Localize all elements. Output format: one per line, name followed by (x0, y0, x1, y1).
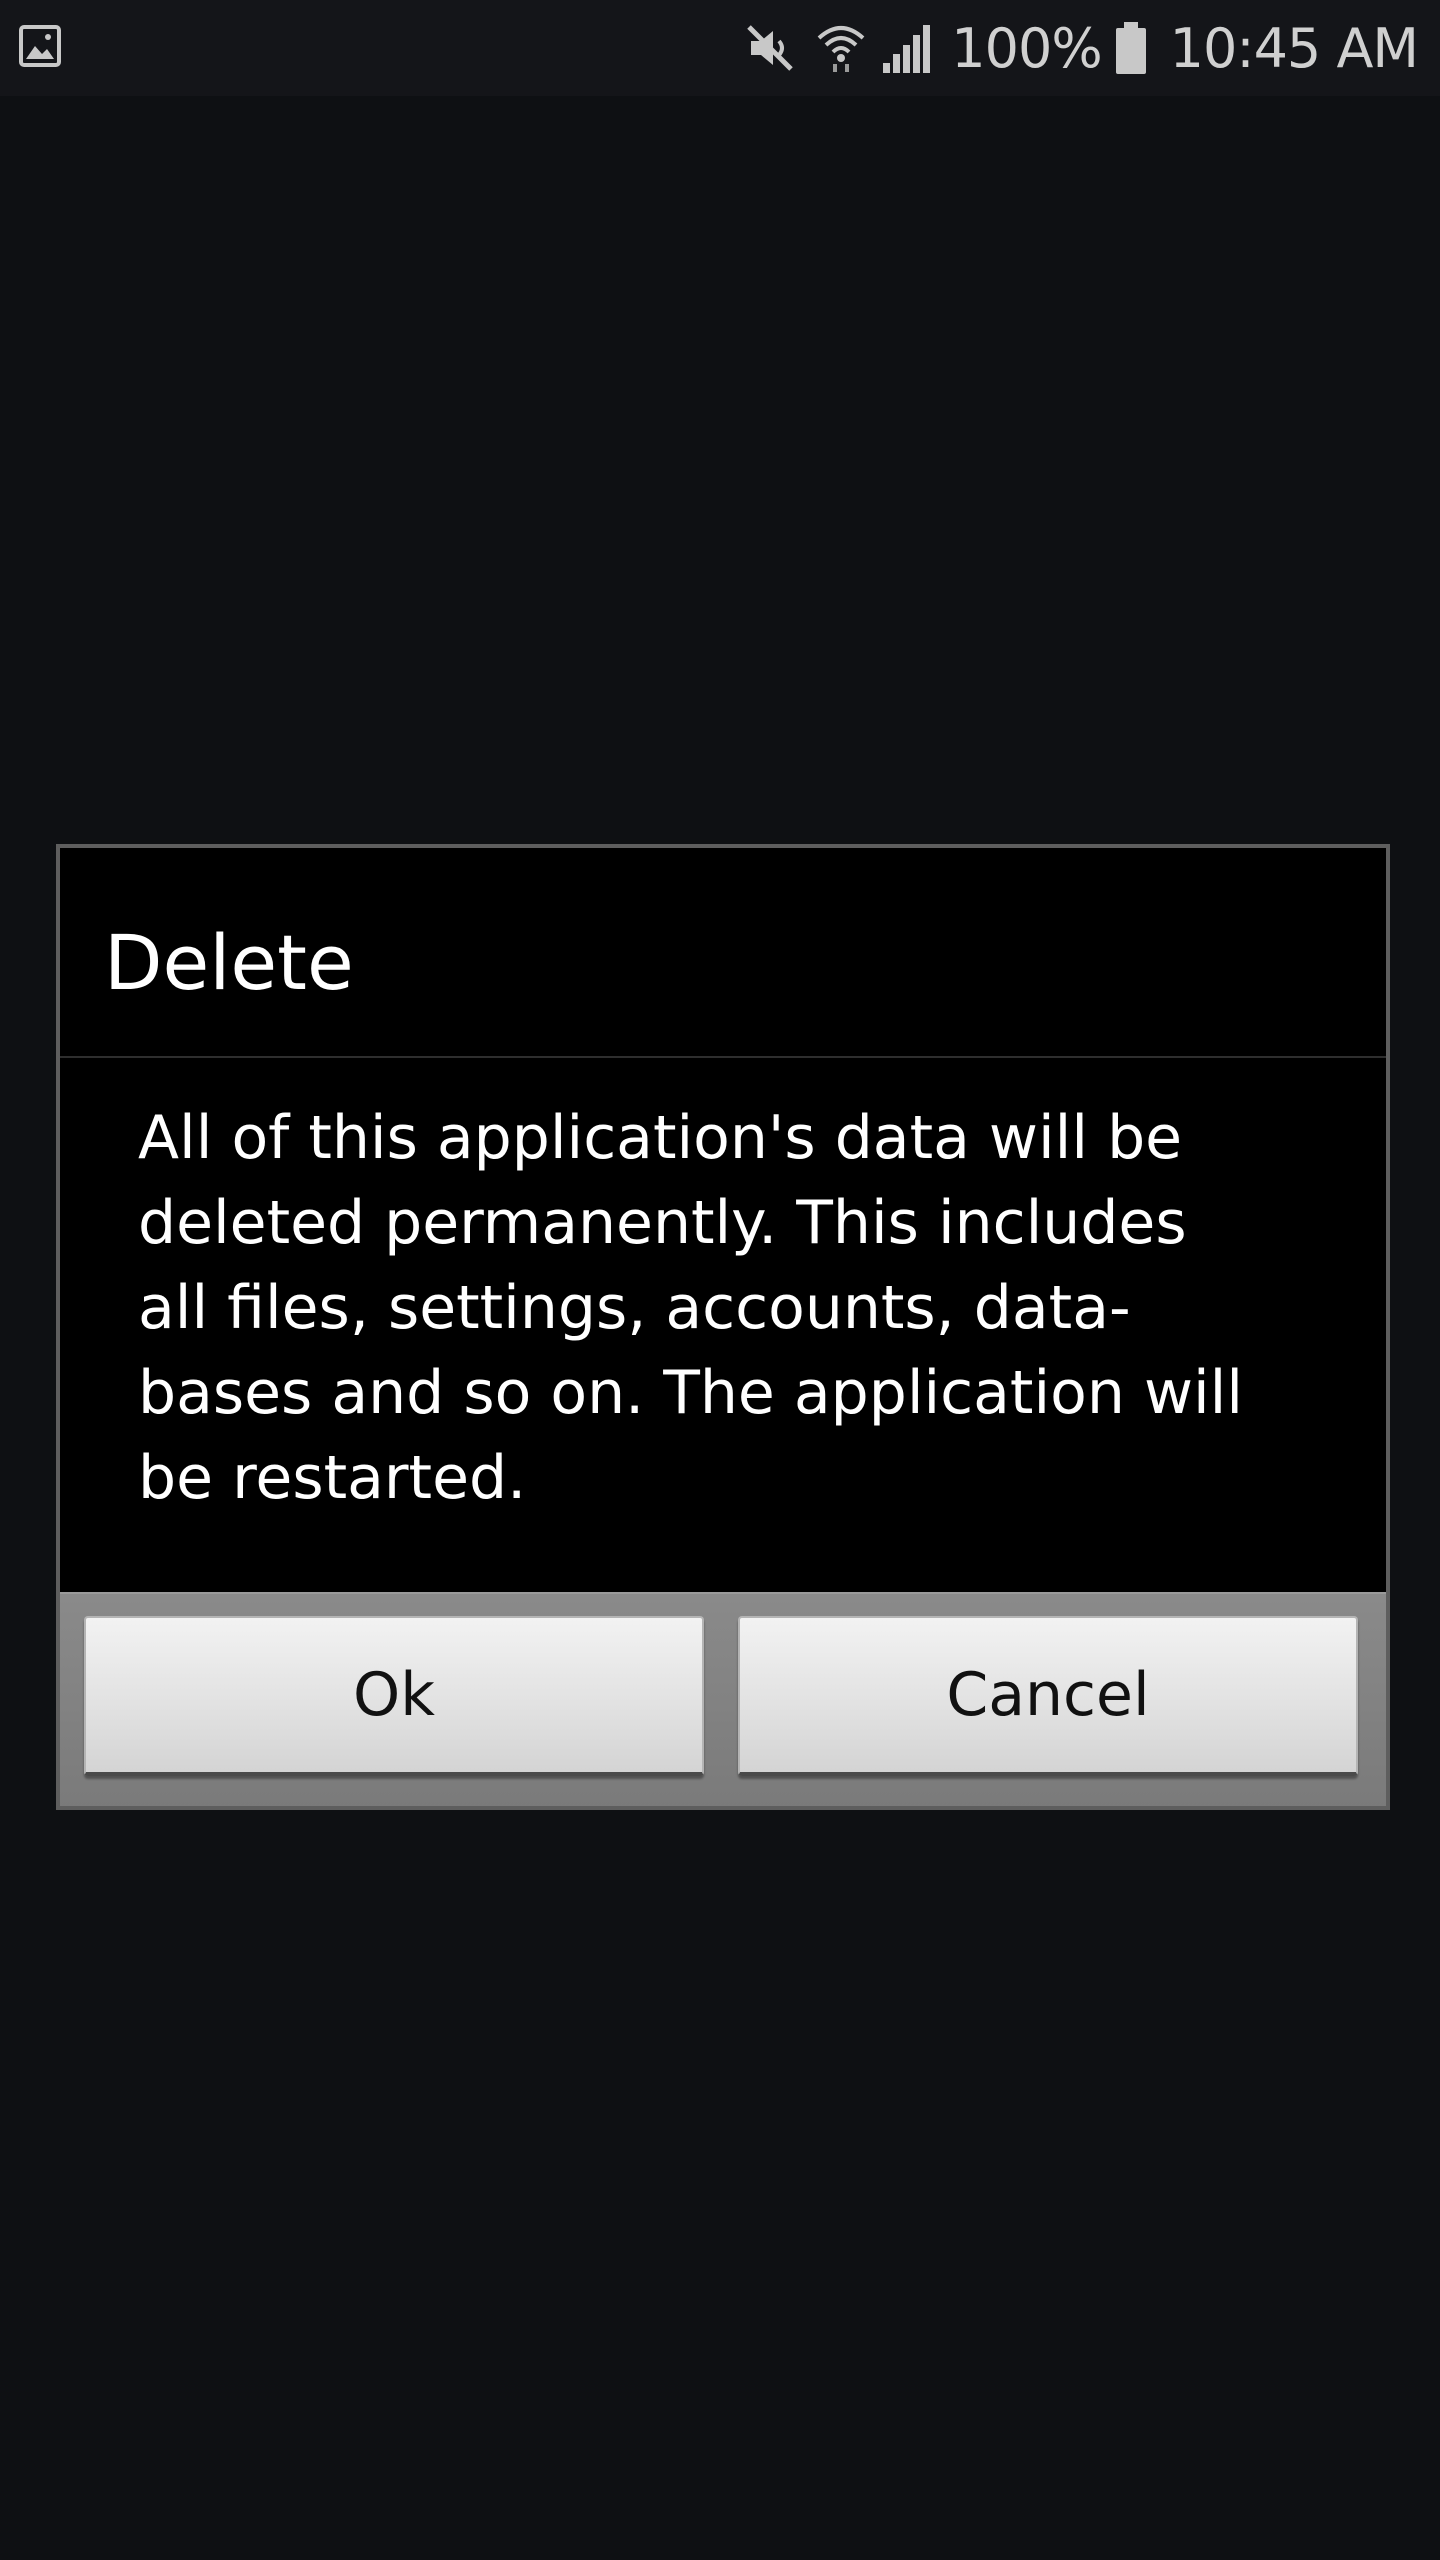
image-notification-icon (18, 24, 62, 68)
dialog-message: All of this application's data will be d… (138, 1103, 1244, 1513)
dialog-button-bar: Ok Cancel (60, 1592, 1386, 1806)
battery-percent: 100% (951, 16, 1102, 80)
clock: 10:45 AM (1169, 16, 1419, 80)
status-bar: 100% 10:45 AM (0, 0, 1440, 96)
cancel-button[interactable]: Cancel (738, 1616, 1358, 1776)
signal-icon (881, 21, 937, 75)
delete-dialog: Delete All of this application's data wi… (56, 844, 1390, 1810)
mute-icon (741, 19, 799, 77)
wifi-icon (815, 20, 867, 76)
dialog-divider (60, 1056, 1386, 1058)
battery-icon (1114, 20, 1148, 76)
dialog-title: Delete (104, 918, 354, 1007)
ok-button[interactable]: Ok (84, 1616, 704, 1776)
status-icons: 100% 10:45 AM (741, 0, 1419, 96)
